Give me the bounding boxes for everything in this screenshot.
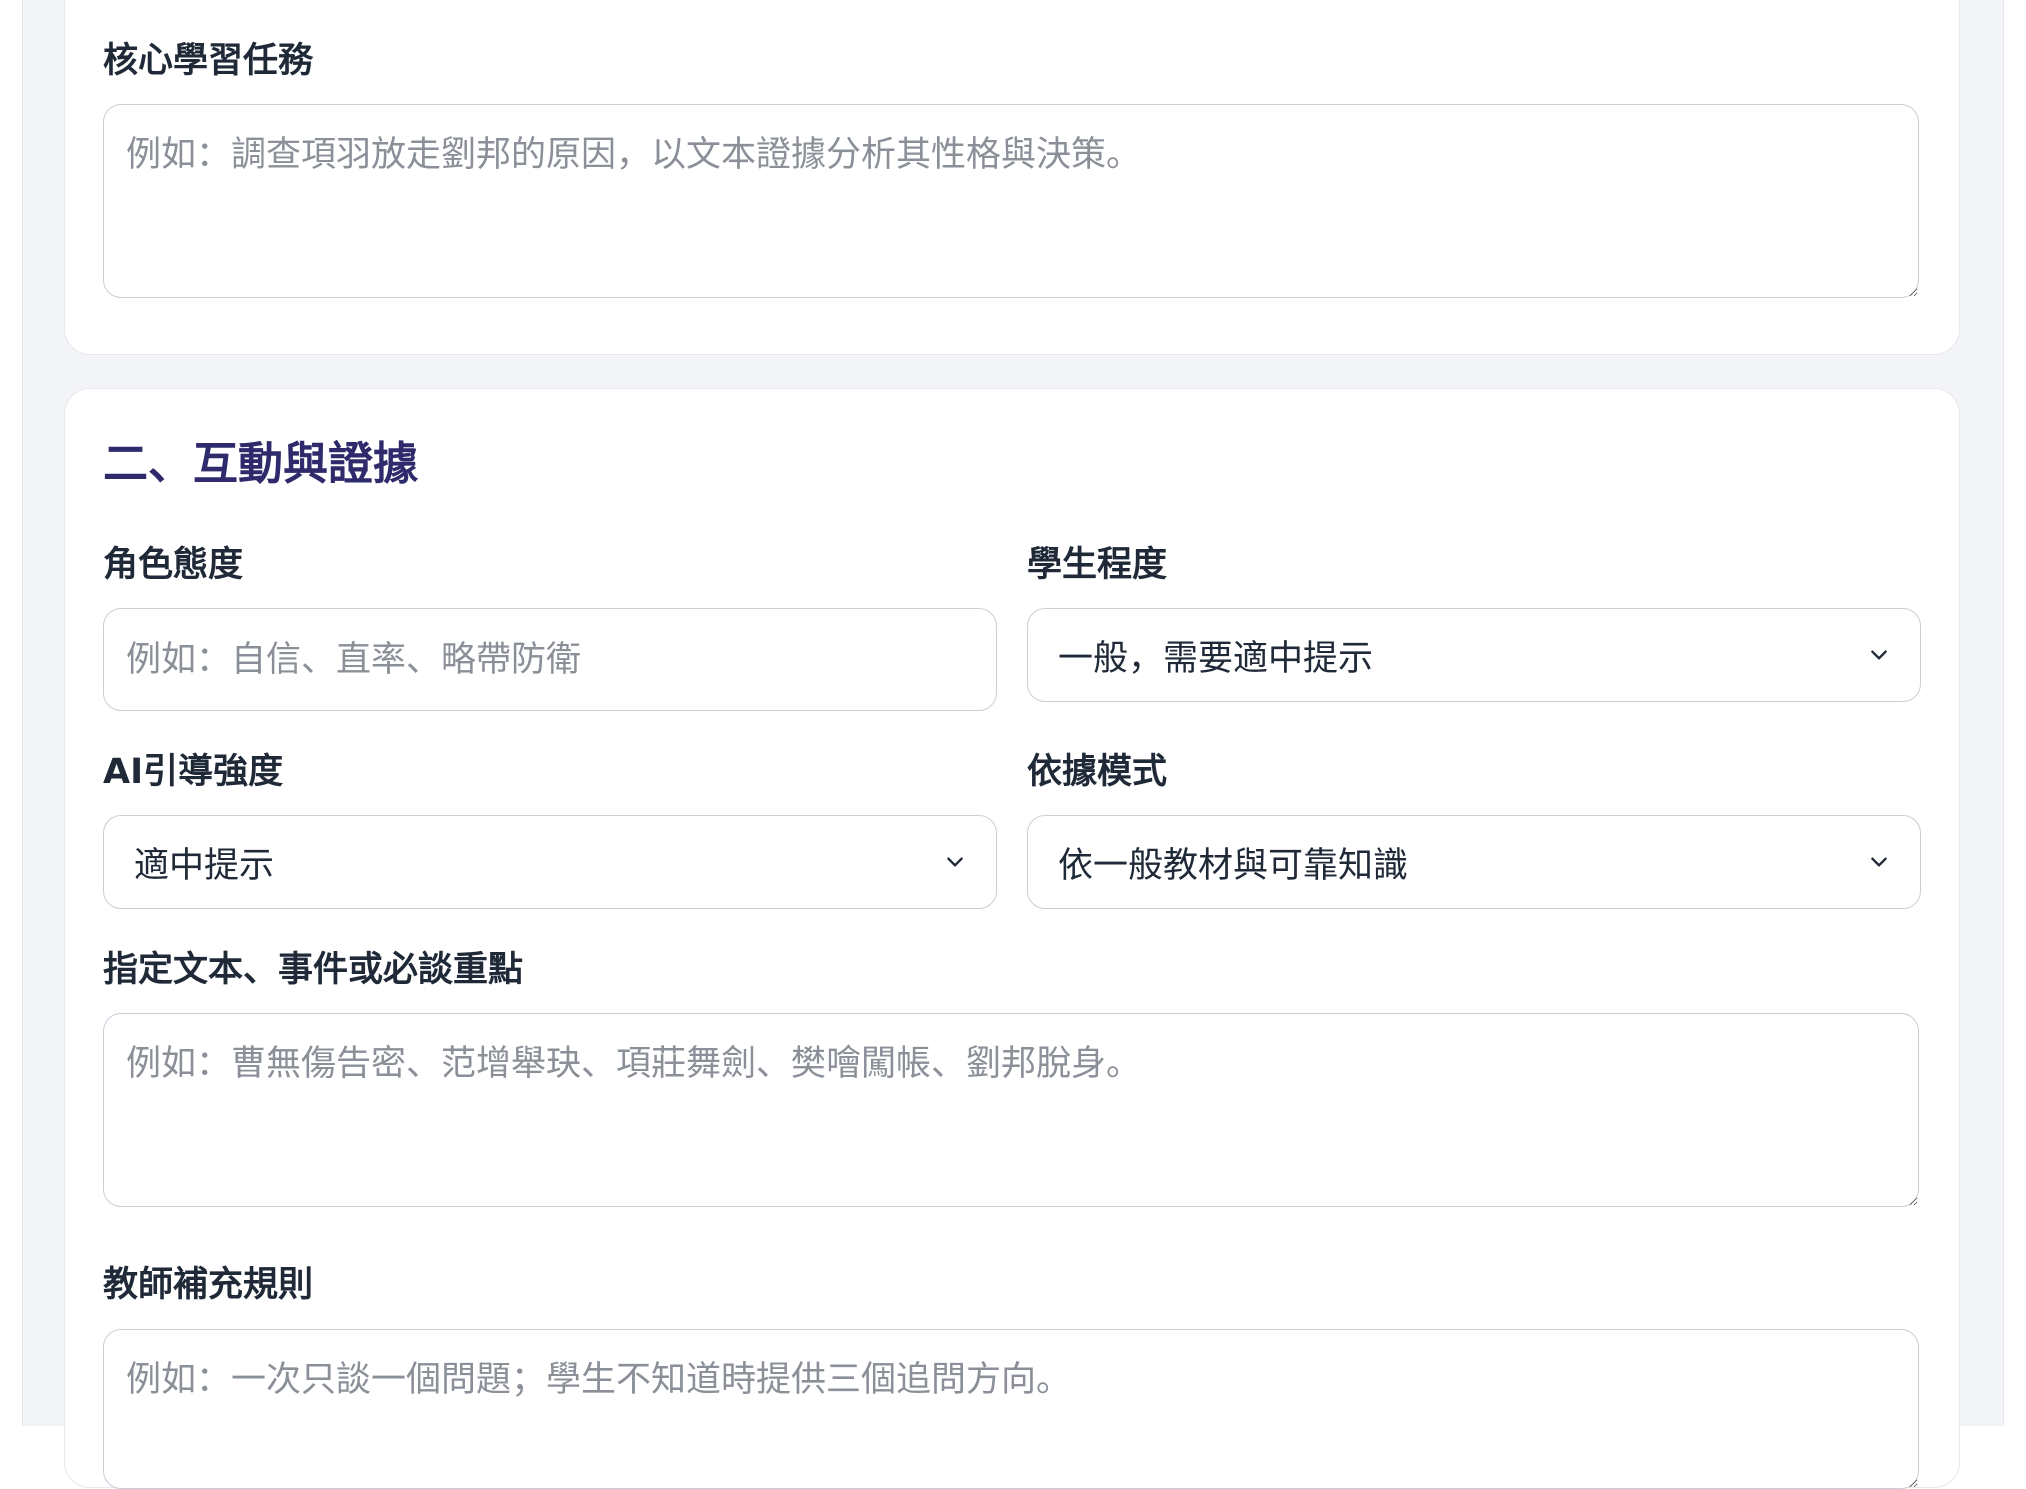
evidence-mode-value: 依一般教材與可靠知識 [1058,845,1409,886]
evidence-mode-select[interactable]: 依一般教材與可靠知識 [1027,815,1921,909]
evidence-mode-label: 依據模式 [1027,752,1168,792]
core-task-label: 核心學習任務 [103,41,314,81]
ai-guidance-value: 適中提示 [134,845,275,886]
key-points-label: 指定文本、事件或必談重點 [103,950,524,990]
chevron-down-icon [1871,857,1887,867]
student-level-select[interactable]: 一般，需要適中提示 [1027,608,1921,702]
chevron-down-icon [947,857,963,867]
ai-guidance-label: AI引導強度 [103,752,284,792]
student-level-label: 學生程度 [1027,545,1168,585]
key-points-textarea[interactable] [103,1013,1919,1207]
core-task-textarea[interactable] [103,104,1919,298]
interaction-evidence-card [64,388,1960,1488]
student-level-value: 一般，需要適中提示 [1058,638,1374,679]
role-attitude-input[interactable] [103,608,997,711]
section-title: 二、互動與證據 [103,437,419,490]
role-attitude-label: 角色態度 [103,545,244,585]
teacher-rules-textarea[interactable] [103,1329,1919,1489]
teacher-rules-label: 教師補充規則 [103,1265,314,1305]
chevron-down-icon [1871,650,1887,660]
ai-guidance-select[interactable]: 適中提示 [103,815,997,909]
